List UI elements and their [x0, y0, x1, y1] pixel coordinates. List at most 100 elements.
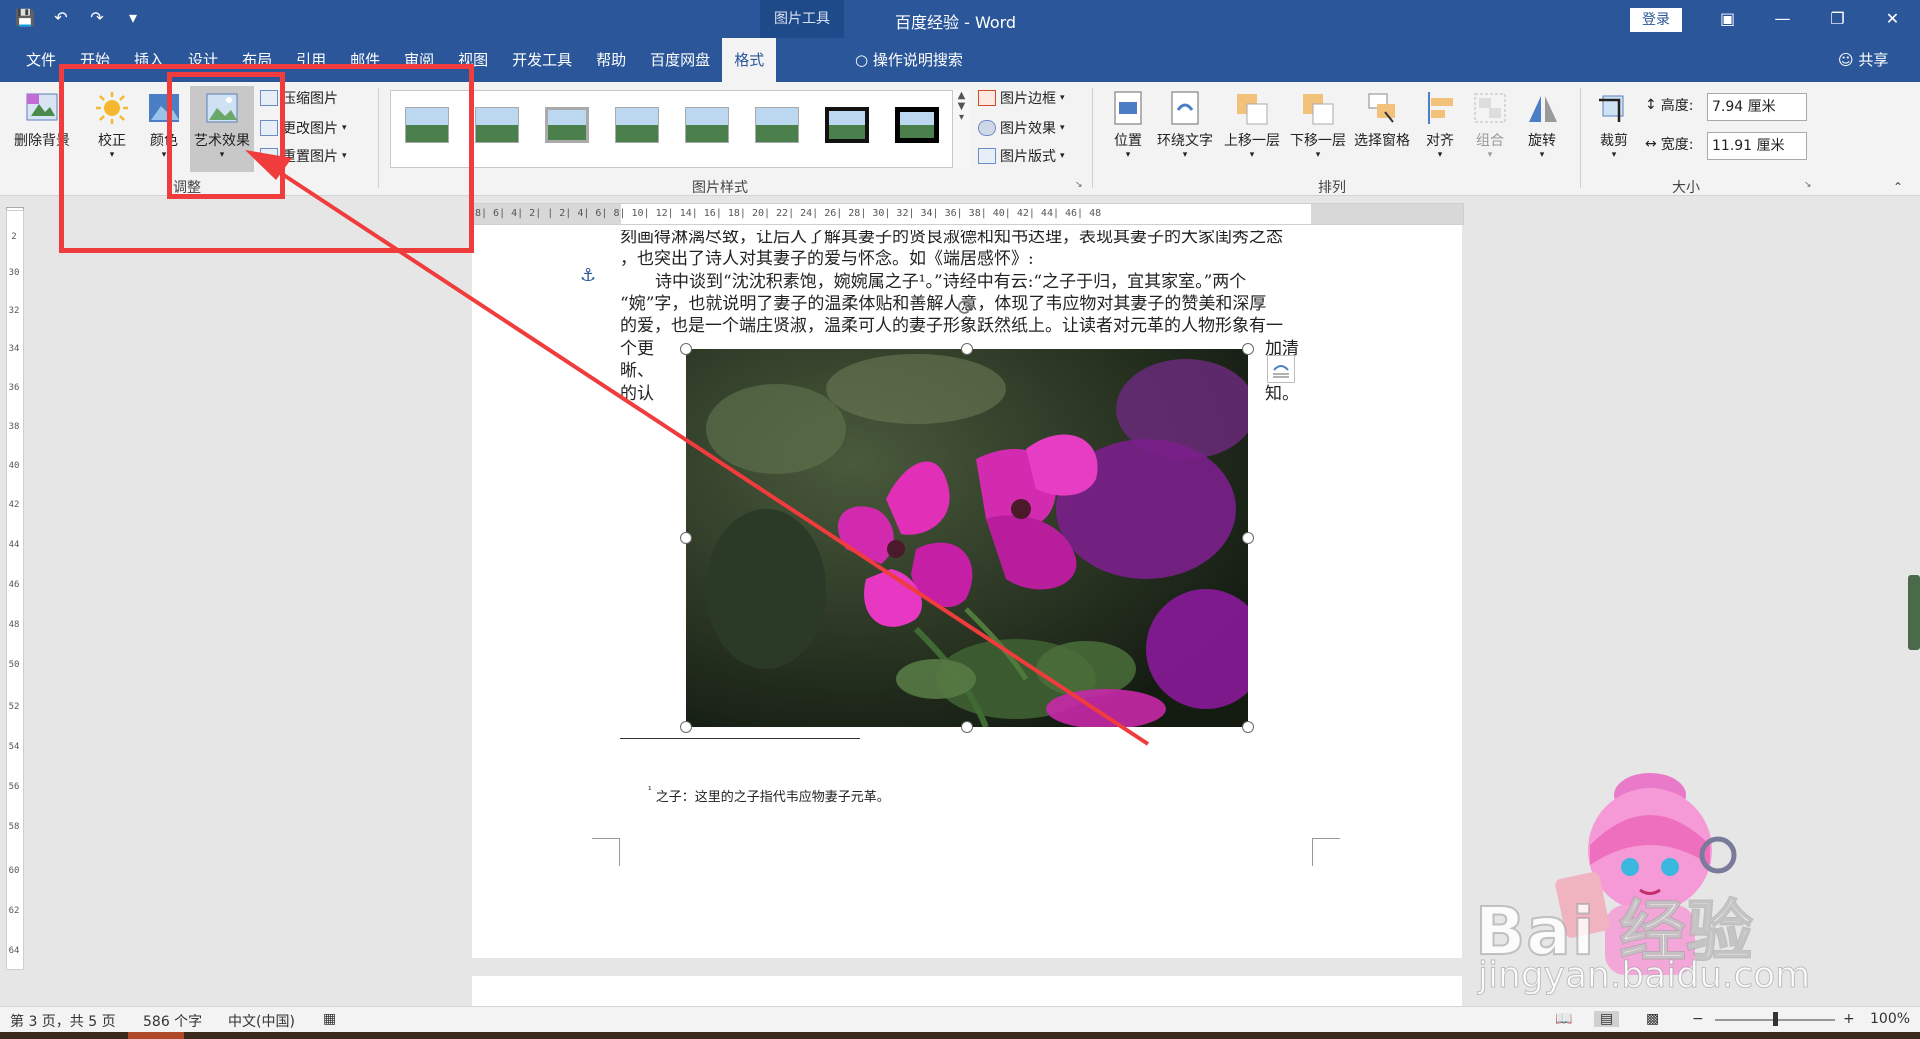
resize-handle[interactable] [961, 343, 973, 355]
tab-baidu-netdisk[interactable]: 百度网盘 [638, 38, 722, 82]
chevron-down-icon: ▾ [1060, 123, 1065, 133]
dialog-launcher-icon[interactable]: ↘ [1804, 180, 1812, 190]
rotate-handle-icon[interactable]: ⟳ [957, 296, 975, 321]
style-thumbnail[interactable] [475, 107, 519, 143]
undo-icon[interactable]: ↶ [50, 8, 72, 27]
zoom-slider-thumb[interactable] [1773, 1012, 1778, 1026]
resize-handle[interactable] [680, 532, 692, 544]
share-button[interactable]: ☺ 共享 [1838, 38, 1888, 82]
picture-layout-button[interactable]: 图片版式 ▾ [978, 146, 1065, 166]
wrap-text-left[interactable]: 晰、 [620, 356, 654, 381]
height-input[interactable]: 7.94 厘米 [1707, 93, 1807, 121]
align-button[interactable]: 对齐 ▾ [1418, 90, 1462, 160]
tell-me-search[interactable]: ○ 操作说明搜索 [855, 38, 963, 82]
resize-handle[interactable] [1242, 532, 1254, 544]
ruler-number: 62 [8, 906, 20, 916]
anchor-icon[interactable]: ⚓ [580, 265, 596, 286]
resize-handle[interactable] [680, 343, 692, 355]
wrap-text-left[interactable]: 的认 [620, 379, 654, 404]
wrap-text-label: 环绕文字 [1157, 133, 1213, 149]
save-icon[interactable]: 💾 [14, 8, 36, 27]
web-layout-icon[interactable]: ▩ [1646, 1011, 1659, 1027]
resize-handle[interactable] [1242, 721, 1254, 733]
selection-pane-icon [1368, 93, 1395, 123]
style-thumbnail[interactable] [685, 107, 729, 143]
chevron-down-icon: ▾ [1437, 150, 1443, 160]
zoom-in-icon[interactable]: + [1843, 1011, 1855, 1027]
page-corner-mark [592, 838, 620, 866]
group-separator [1092, 88, 1093, 188]
group-objects-button[interactable]: 组合 ▾ [1468, 90, 1512, 160]
send-backward-button[interactable]: 下移一层 ▾ [1286, 90, 1350, 160]
next-page[interactable] [472, 976, 1462, 1006]
selection-pane-button[interactable]: 选择窗格 [1350, 90, 1414, 150]
page-count[interactable]: 第 3 页，共 5 页 [10, 1011, 116, 1031]
login-button[interactable]: 登录 [1630, 8, 1682, 32]
style-thumbnail[interactable] [825, 107, 869, 143]
macro-record-icon[interactable]: ▦ [323, 1011, 336, 1027]
crop-button[interactable]: 裁剪 ▾ [1592, 90, 1636, 160]
body-line[interactable]: 的爱，也是一个端庄贤淑，温柔可人的妻子形象跃然纸上。让读者对元革的人物形象有一 [620, 311, 1283, 336]
share-label: 共享 [1858, 51, 1889, 69]
align-label: 对齐 [1426, 133, 1454, 149]
gallery-more-icon[interactable]: ▾ [953, 112, 970, 123]
word-count[interactable]: 586 个字 [143, 1011, 202, 1031]
close-icon[interactable]: ✕ [1865, 0, 1920, 38]
selected-picture[interactable] [686, 349, 1248, 727]
zoom-out-icon[interactable]: − [1692, 1011, 1704, 1027]
ribbon-display-icon[interactable]: ▣ [1700, 0, 1755, 38]
rotate-button[interactable]: 旋转 ▾ [1520, 90, 1564, 160]
print-layout-icon[interactable]: ▤ [1594, 1011, 1620, 1027]
crop-label: 裁剪 [1600, 133, 1628, 149]
vertical-ruler[interactable] [6, 210, 24, 970]
picture-border-button[interactable]: 图片边框 ▾ [978, 88, 1065, 108]
collapse-ribbon-icon[interactable]: ⌃ [1893, 180, 1903, 194]
picture-effects-icon [978, 120, 996, 136]
tab-developer[interactable]: 开发工具 [500, 38, 584, 82]
zoom-level[interactable]: 100% [1870, 1011, 1910, 1027]
width-control: ↔ 宽度: [1645, 134, 1693, 154]
chevron-down-icon: ▾ [1611, 150, 1617, 160]
language[interactable]: 中文(中国) [228, 1011, 295, 1031]
ruler-number: 44 [8, 540, 20, 550]
vertical-scrollbar[interactable] [1908, 575, 1920, 650]
ruler-number: 30 [8, 268, 20, 278]
chevron-down-icon: ▾ [1249, 150, 1255, 160]
group-separator [1580, 88, 1581, 188]
style-thumbnail[interactable] [895, 107, 939, 143]
tab-format[interactable]: 格式 [722, 38, 777, 82]
style-thumbnail[interactable] [545, 107, 589, 143]
minimize-icon[interactable]: — [1755, 0, 1810, 38]
rotate-icon [1529, 96, 1557, 122]
layout-options-button[interactable] [1267, 355, 1295, 383]
dialog-launcher-icon[interactable]: ↘ [1075, 180, 1083, 190]
gallery-scroll[interactable]: ▲ ▼ ▾ [952, 90, 970, 168]
scroll-up-icon[interactable]: ▲ [953, 90, 970, 101]
customize-icon[interactable]: ▾ [122, 8, 144, 27]
bring-forward-icon [1237, 94, 1268, 125]
redo-icon[interactable]: ↷ [86, 8, 108, 27]
read-mode-icon[interactable]: 📖 [1555, 1011, 1572, 1027]
tab-help[interactable]: 帮助 [584, 38, 638, 82]
resize-handle[interactable] [680, 721, 692, 733]
position-button[interactable]: 位置 ▾ [1105, 90, 1151, 160]
picture-effects-button[interactable]: 图片效果 ▾ [978, 118, 1065, 138]
restore-icon[interactable]: ❐ [1810, 0, 1865, 38]
style-thumbnail[interactable] [755, 107, 799, 143]
width-input[interactable]: 11.91 厘米 [1707, 132, 1807, 160]
horizontal-ruler[interactable]: 8| 6| 4| 2| | 2| 4| 6| 8| 10| 12| 14| 16… [472, 203, 1464, 225]
quick-access-toolbar: 💾 ↶ ↷ ▾ [14, 8, 144, 27]
scroll-down-icon[interactable]: ▼ [953, 101, 970, 112]
wrap-text-button[interactable]: 环绕文字 ▾ [1153, 90, 1217, 160]
ruler-number: 46 [8, 580, 20, 590]
bring-forward-button[interactable]: 上移一层 ▾ [1220, 90, 1284, 160]
taskbar-active-item [128, 1032, 184, 1039]
chevron-down-icon: ▾ [1315, 150, 1321, 160]
ruler-number: 64 [8, 946, 20, 956]
footnote[interactable]: ¹ 之子：这里的之子指代韦应物妻子元革。 [648, 786, 890, 805]
body-line[interactable]: ，也突出了诗人对其妻子的爱与怀念。如《端居感怀》: [620, 244, 1034, 269]
layout-options-icon [1273, 365, 1289, 378]
resize-handle[interactable] [961, 721, 973, 733]
resize-handle[interactable] [1242, 343, 1254, 355]
style-thumbnail[interactable] [615, 107, 659, 143]
